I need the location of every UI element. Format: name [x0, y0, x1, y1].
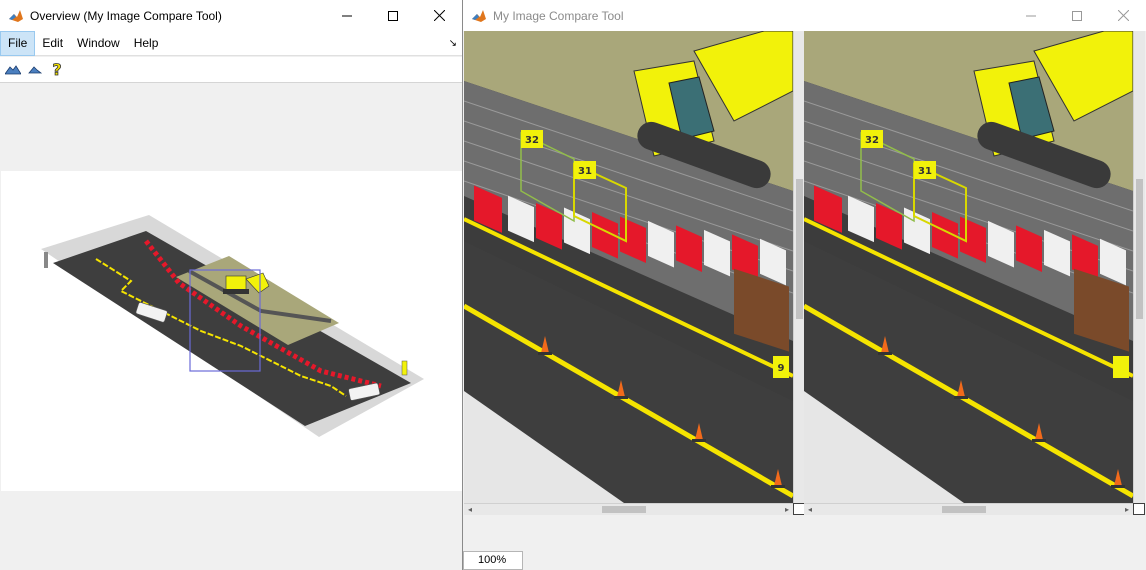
minimize-icon	[1026, 15, 1036, 16]
compare-window: My Image Compare Tool 32 31 9 ◂ ▸ 32 31 …	[463, 0, 1146, 570]
box-label-b: 31	[918, 166, 932, 177]
overview-image[interactable]	[1, 171, 462, 491]
svg-text:?: ?	[52, 61, 61, 79]
overview-titlebar[interactable]: Overview (My Image Compare Tool)	[0, 0, 462, 31]
image-pane-right[interactable]: 32 31	[804, 31, 1133, 503]
box-label-a: 32	[865, 135, 879, 146]
maximize-button[interactable]	[370, 0, 416, 31]
scroll-left-icon[interactable]: ◂	[464, 504, 476, 516]
scroll-corner	[1133, 503, 1145, 515]
minimize-button[interactable]	[324, 0, 370, 31]
overview-window: Overview (My Image Compare Tool) File Ed…	[0, 0, 463, 570]
image-pane-left[interactable]: 32 31 9	[464, 31, 793, 503]
menu-help[interactable]: Help	[127, 31, 166, 56]
box-label-a: 32	[525, 135, 539, 146]
maximize-button[interactable]	[1054, 0, 1100, 31]
mountain-small-icon[interactable]	[26, 61, 44, 79]
close-icon	[433, 10, 445, 21]
scroll-right-icon[interactable]: ▸	[781, 504, 793, 516]
menu-file[interactable]: File	[0, 30, 36, 56]
help-icon[interactable]: ?	[48, 61, 66, 79]
maximize-icon	[388, 10, 398, 21]
menu-window[interactable]: Window	[70, 31, 127, 56]
window-title: Overview (My Image Compare Tool)	[30, 8, 222, 23]
matlab-icon	[9, 9, 23, 22]
edge-marker-label: 9	[778, 363, 785, 374]
toolbar: ?	[0, 57, 462, 83]
menu-edit[interactable]: Edit	[35, 31, 70, 56]
scroll-thumb[interactable]	[796, 179, 803, 319]
close-button[interactable]	[416, 0, 462, 31]
menubar: File Edit Window Help ↘	[0, 30, 462, 56]
close-icon	[1117, 10, 1129, 21]
minimize-button[interactable]	[1008, 0, 1054, 31]
scroll-thumb[interactable]	[602, 506, 646, 513]
scroll-left-icon[interactable]: ◂	[804, 504, 816, 516]
box-label-b: 31	[578, 166, 592, 177]
mountain-large-icon[interactable]	[4, 61, 22, 79]
dock-arrow-icon[interactable]: ↘	[449, 38, 457, 49]
scroll-thumb[interactable]	[942, 506, 986, 513]
scroll-right-icon[interactable]: ▸	[1121, 504, 1133, 516]
compare-titlebar[interactable]: My Image Compare Tool	[463, 0, 1146, 31]
maximize-icon	[1072, 10, 1082, 21]
vertical-scrollbar-right[interactable]	[1133, 31, 1145, 503]
horizontal-scrollbar-left[interactable]: ◂ ▸	[464, 503, 793, 515]
zoom-level: 100%	[463, 551, 523, 570]
horizontal-scrollbar-right[interactable]: ◂ ▸	[804, 503, 1133, 515]
close-button[interactable]	[1100, 0, 1146, 31]
scroll-thumb[interactable]	[1136, 179, 1143, 319]
matlab-icon	[472, 9, 486, 22]
minimize-icon	[342, 15, 352, 16]
window-title: My Image Compare Tool	[493, 8, 624, 23]
